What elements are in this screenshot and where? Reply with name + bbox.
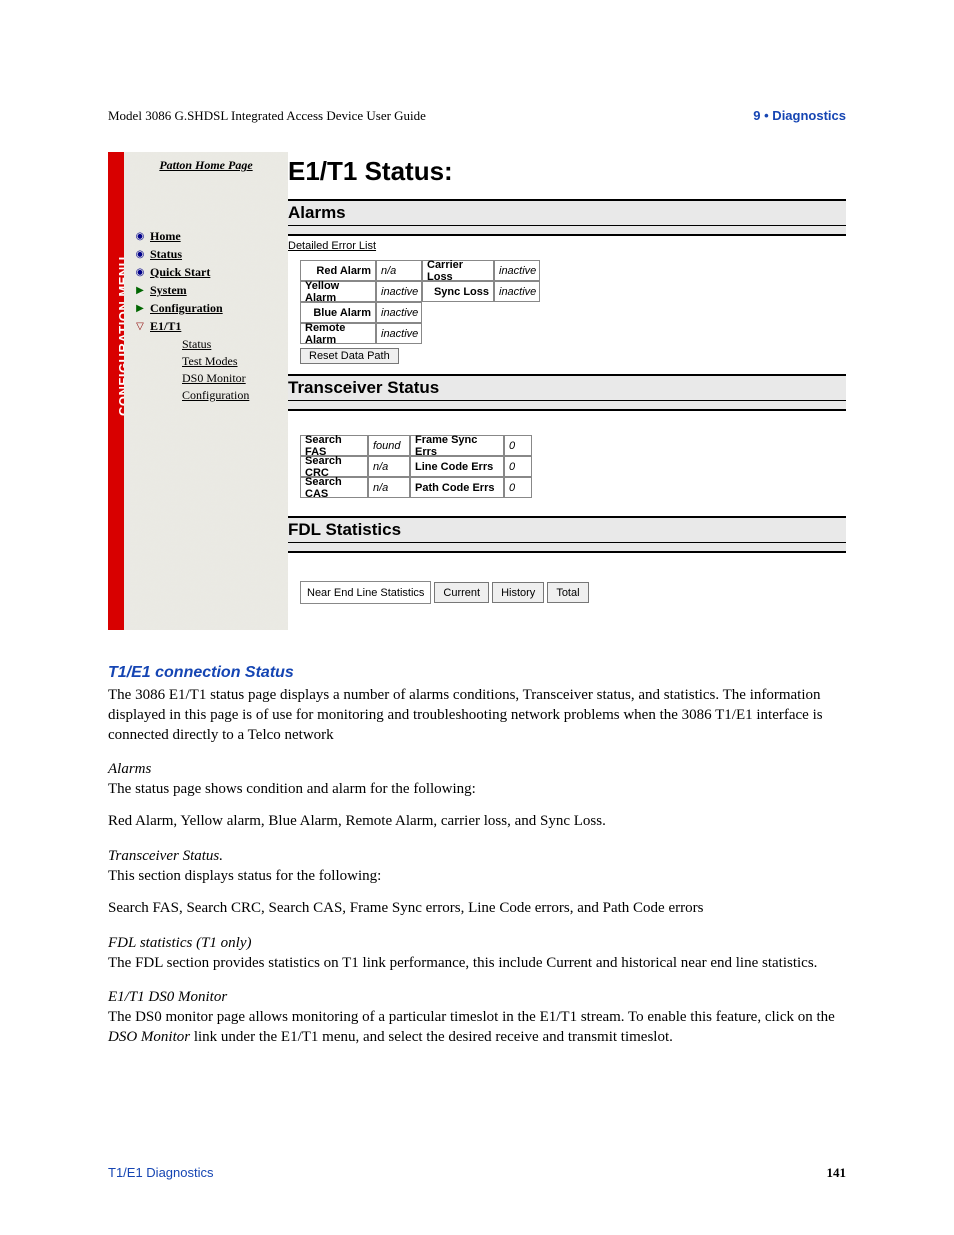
alarm-label: Blue Alarm — [300, 302, 376, 323]
stat-label: Search FAS — [300, 435, 368, 456]
stat-value: 0 — [504, 435, 532, 456]
header-right: 9 • Diagnostics — [753, 108, 846, 124]
nav-item-system[interactable]: ▶System — [134, 283, 288, 298]
stat-value: 0 — [504, 477, 532, 498]
alarm-value: n/a — [376, 260, 422, 281]
fdl-row: Near End Line Statistics Current History… — [300, 581, 846, 604]
alarm-value: inactive — [494, 260, 540, 281]
body-text: The DS0 monitor page allows monitoring o… — [108, 1008, 846, 1048]
fdl-label: Near End Line Statistics — [300, 581, 431, 604]
nav-item-configuration[interactable]: ▶Configuration — [134, 301, 288, 316]
sub-nav-test-modes[interactable]: Test Modes — [182, 354, 288, 369]
stat-label: Line Code Errs — [410, 456, 504, 477]
reset-data-path-button[interactable]: Reset Data Path — [300, 348, 399, 364]
collapsed-arrow-icon: ▶ — [134, 285, 146, 296]
alarm-label: Yellow Alarm — [300, 281, 376, 302]
bullet-icon: ◉ — [134, 267, 146, 278]
nav-sidebar: Patton Home Page ◉Home ◉Status ◉Quick St… — [124, 152, 288, 630]
heading-alarms: Alarms — [108, 761, 846, 778]
expanded-arrow-icon: ▽ — [134, 321, 146, 332]
section-fdl-header: FDL Statistics — [288, 516, 846, 553]
header-left: Model 3086 G.SHDSL Integrated Access Dev… — [108, 108, 426, 124]
heading-ds0: E1/T1 DS0 Monitor — [108, 989, 846, 1006]
stat-label: Path Code Errs — [410, 477, 504, 498]
alarm-label: Red Alarm — [300, 260, 376, 281]
body-text: Red Alarm, Yellow alarm, Blue Alarm, Rem… — [108, 812, 846, 832]
heading-connection-status: T1/E1 connection Status — [108, 664, 846, 682]
alarm-label: Sync Loss — [422, 281, 494, 302]
alarm-value: inactive — [376, 281, 422, 302]
alarm-label: Remote Alarm — [300, 323, 376, 344]
heading-transceiver: Transceiver Status. — [108, 848, 846, 865]
page: Model 3086 G.SHDSL Integrated Access Dev… — [0, 0, 954, 1235]
alarm-label: Carrier Loss — [422, 260, 494, 281]
footer-page-number: 141 — [827, 1165, 847, 1181]
stat-value: n/a — [368, 456, 410, 477]
body-text: This section displays status for the fol… — [108, 867, 846, 887]
page-title: E1/T1 Status: — [288, 156, 846, 187]
body-text: The 3086 E1/T1 status page displays a nu… — [108, 686, 846, 745]
body-text: The status page shows condition and alar… — [108, 780, 846, 800]
collapsed-arrow-icon: ▶ — [134, 303, 146, 314]
alarm-value: inactive — [494, 281, 540, 302]
embedded-screenshot: CONFIGURATION MENU Patton Home Page ◉Hom… — [108, 152, 846, 630]
stat-value: n/a — [368, 477, 410, 498]
nav-item-e1t1[interactable]: ▽E1/T1 — [134, 319, 288, 334]
stat-value: 0 — [504, 456, 532, 477]
transceiver-table: Search FASfoundFrame Sync Errs0 Search C… — [300, 435, 846, 498]
nav-item-home[interactable]: ◉Home — [134, 229, 288, 244]
sidebar-brand-bar: CONFIGURATION MENU — [108, 152, 124, 630]
nav-item-status[interactable]: ◉Status — [134, 247, 288, 262]
fdl-total-button[interactable]: Total — [547, 582, 588, 603]
stat-value: found — [368, 435, 410, 456]
sub-nav-ds0-monitor[interactable]: DS0 Monitor — [182, 371, 288, 386]
alarm-value: inactive — [376, 323, 422, 344]
dso-monitor-italic: DSO Monitor — [108, 1029, 190, 1045]
nav-item-quick-start[interactable]: ◉Quick Start — [134, 265, 288, 280]
page-footer: T1/E1 Diagnostics 141 — [108, 1165, 846, 1181]
section-transceiver-header: Transceiver Status — [288, 374, 846, 411]
detailed-error-list-link[interactable]: Detailed Error List — [288, 240, 376, 252]
alarms-table: Red Alarmn/aCarrier Lossinactive Yellow … — [300, 260, 846, 344]
fdl-history-button[interactable]: History — [492, 582, 544, 603]
patton-home-link[interactable]: Patton Home Page — [124, 152, 288, 173]
stat-label: Frame Sync Errs — [410, 435, 504, 456]
sub-nav-status[interactable]: Status — [182, 337, 288, 352]
bullet-icon: ◉ — [134, 249, 146, 260]
footer-left: T1/E1 Diagnostics — [108, 1165, 214, 1181]
page-header: Model 3086 G.SHDSL Integrated Access Dev… — [108, 108, 846, 124]
sub-nav-configuration[interactable]: Configuration — [182, 388, 288, 403]
bullet-icon: ◉ — [134, 231, 146, 242]
heading-fdl: FDL statistics (T1 only) — [108, 935, 846, 952]
stat-label: Search CRC — [300, 456, 368, 477]
body-text: The FDL section provides statistics on T… — [108, 954, 846, 974]
body-text: Search FAS, Search CRC, Search CAS, Fram… — [108, 899, 846, 919]
alarm-value: inactive — [376, 302, 422, 323]
status-panel: E1/T1 Status: Alarms Detailed Error List… — [288, 152, 846, 630]
fdl-current-button[interactable]: Current — [434, 582, 489, 603]
stat-label: Search CAS — [300, 477, 368, 498]
section-alarms-header: Alarms — [288, 199, 846, 236]
